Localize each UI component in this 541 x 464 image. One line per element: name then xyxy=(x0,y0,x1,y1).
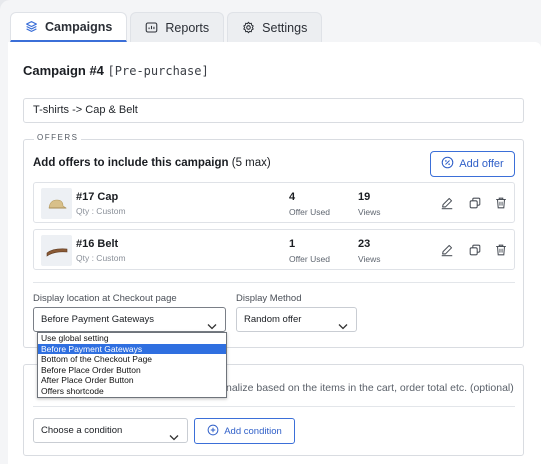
tab-campaigns-label: Campaigns xyxy=(45,19,113,34)
dropdown-option-selected[interactable]: Before Payment Gateways xyxy=(38,343,226,355)
offer-row: #16 Belt Qty : Custom 1 Offer Used 23 Vi… xyxy=(33,229,515,270)
offers-legend: OFFERS xyxy=(34,133,82,142)
gear-icon xyxy=(242,21,255,34)
page-title: Campaign #4 [Pre-purchase] xyxy=(23,63,209,78)
tab-settings-label: Settings xyxy=(262,20,308,35)
conditions-divider xyxy=(33,406,515,407)
display-location-label: Display location at Checkout page xyxy=(33,293,177,304)
offer-row: #17 Cap Qty : Custom 4 Offer Used 19 Vie… xyxy=(33,182,515,223)
report-icon xyxy=(145,21,158,34)
campaign-stage: [Pre-purchase] xyxy=(107,64,209,78)
chevron-down-icon xyxy=(169,427,179,450)
product-thumbnail-cap xyxy=(41,188,72,219)
tab-campaigns[interactable]: Campaigns xyxy=(10,12,128,42)
offer-used-count: 4 xyxy=(289,191,296,203)
trash-icon[interactable] xyxy=(493,242,509,258)
dropdown-option[interactable]: After Place Order Button xyxy=(38,375,226,386)
tab-reports-label: Reports xyxy=(165,20,210,35)
campaign-title: Campaign #4 xyxy=(23,63,104,78)
section-divider xyxy=(33,282,515,283)
display-method-select[interactable]: Random offer xyxy=(236,307,357,332)
tab-reports[interactable]: Reports xyxy=(130,12,225,42)
offer-product-qty: Qty : Custom xyxy=(76,206,126,216)
edit-icon[interactable] xyxy=(439,195,455,211)
trash-icon[interactable] xyxy=(493,195,509,211)
offer-used-label: Offer Used xyxy=(289,254,330,264)
plus-circle-icon xyxy=(207,424,219,439)
chevron-down-icon xyxy=(338,316,348,339)
offer-product-qty: Qty : Custom xyxy=(76,253,126,263)
add-offer-label: Add offer xyxy=(459,158,504,170)
offer-used-label: Offer Used xyxy=(289,207,330,217)
layers-icon xyxy=(25,20,38,33)
dropdown-option[interactable]: Before Place Order Button xyxy=(38,365,226,376)
display-method-label: Display Method xyxy=(236,293,302,304)
display-location-dropdown: Use global setting Before Payment Gatewa… xyxy=(37,332,227,398)
offer-views-count: 19 xyxy=(358,191,371,203)
offer-product-name: #16 Belt xyxy=(76,238,119,250)
condition-select[interactable]: Choose a condition xyxy=(33,418,188,443)
product-thumbnail-belt xyxy=(41,235,72,266)
duplicate-icon[interactable] xyxy=(467,242,483,258)
edit-icon[interactable] xyxy=(439,242,455,258)
offer-used-count: 1 xyxy=(289,238,296,250)
tab-settings[interactable]: Settings xyxy=(227,12,323,42)
add-condition-button[interactable]: Add condition xyxy=(194,418,295,444)
dropdown-option[interactable]: Offers shortcode xyxy=(38,386,226,397)
conditions-description: nalize based on the items in the cart, o… xyxy=(226,382,514,394)
offers-heading: Add offers to include this campaign (5 m… xyxy=(33,157,271,169)
campaign-name-input[interactable]: T-shirts -> Cap & Belt xyxy=(23,98,524,123)
duplicate-icon[interactable] xyxy=(467,195,483,211)
offer-views-label: Views xyxy=(358,254,381,264)
offer-views-count: 23 xyxy=(358,238,371,250)
percent-icon xyxy=(441,156,454,172)
offers-max-note: (5 max) xyxy=(231,157,271,169)
offers-heading-text: Add offers to include this campaign xyxy=(33,157,229,169)
campaign-editor: Campaigns Reports Settings Campaign #4 [… xyxy=(0,0,541,464)
offer-views-label: Views xyxy=(358,207,381,217)
dropdown-option[interactable]: Bottom of the Checkout Page xyxy=(38,354,226,365)
add-offer-button[interactable]: Add offer xyxy=(430,151,515,177)
condition-select-value: Choose a condition xyxy=(41,425,123,436)
tab-bar: Campaigns Reports Settings xyxy=(10,12,325,42)
display-method-value: Random offer xyxy=(244,314,302,325)
add-condition-label: Add condition xyxy=(224,425,282,437)
display-location-select[interactable]: Before Payment Gateways xyxy=(33,307,226,332)
offer-product-name: #17 Cap xyxy=(76,191,119,203)
dropdown-option[interactable]: Use global setting xyxy=(38,333,226,344)
display-location-value: Before Payment Gateways xyxy=(41,314,154,325)
